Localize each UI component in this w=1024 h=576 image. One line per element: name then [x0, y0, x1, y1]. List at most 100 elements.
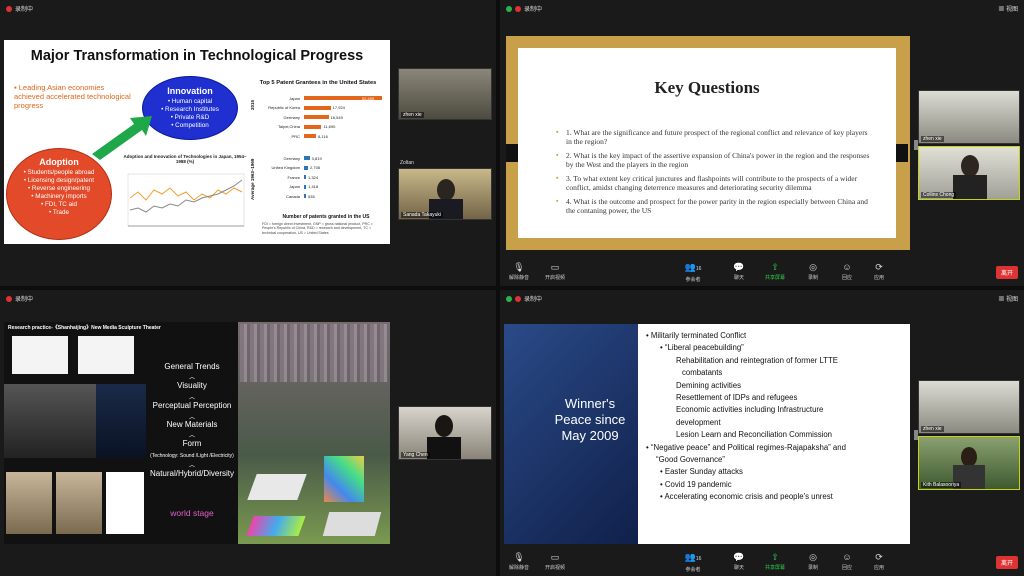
mic-muted-icon: 🎙 — [513, 552, 525, 562]
footnote: FDI = foreign direct investment, GNP = g… — [262, 222, 373, 235]
apps-button[interactable]: ⟳ 应用 — [862, 262, 896, 281]
patent-chart: 2015 Average 1963–1969 Japan 52,409 Republ… — [250, 92, 388, 214]
share-screen-icon: ⇧ — [771, 262, 779, 272]
participant-video[interactable]: Sanada Takayuki — [398, 168, 492, 220]
bar-category-label: France — [287, 174, 300, 180]
start-video-button[interactable]: ▭ 开启视频 — [538, 552, 572, 571]
innovation-item: • Competition — [171, 122, 209, 129]
bar-category-label: PRC — [291, 133, 300, 139]
bar-value-label: 535 — [308, 193, 315, 199]
bullet-line: combatants — [682, 368, 723, 378]
bar — [304, 175, 306, 179]
bullet-line: Lesion Learn and Reconciliation Commissi… — [676, 430, 833, 440]
start-video-button[interactable]: ▭ 开启视频 — [538, 262, 572, 281]
participant-video[interactable]: Yang Chen — [398, 406, 492, 460]
bar-category-label: Germany — [283, 155, 300, 161]
bar — [304, 115, 329, 119]
adoption-title: Adoption — [39, 157, 79, 167]
participants-button[interactable]: 👥16 参会者 — [676, 262, 710, 283]
innovation-bubble: Innovation • Human capital • Research In… — [142, 76, 238, 140]
bar-value-label: 1,324 — [308, 174, 319, 180]
participant-video[interactable]: zhen xie — [918, 90, 1020, 144]
innovation-item: • Human capital — [167, 98, 213, 105]
bullet-line: Resettlement of IDPs and refugees — [676, 393, 798, 403]
top-bar: 录制中 ▦ 视图 — [500, 0, 1024, 16]
bar — [304, 184, 307, 189]
adoption-item: • Trade — [48, 209, 70, 216]
bullet-line: • “Liberal peacebuilding” — [660, 343, 744, 353]
participant-video[interactable]: Kith Balasooriya — [918, 436, 1020, 490]
leave-button[interactable]: 离开 — [995, 556, 1018, 569]
participant-video[interactable]: Collins Chong — [918, 146, 1020, 200]
apps-button[interactable]: ⟳ 应用 — [862, 552, 896, 571]
slide-frame: Key Questions 1. What are the significan… — [506, 48, 908, 238]
trend-subtext: (Technology: Sound /Light /Electricity) — [150, 453, 234, 459]
chat-icon: 💬 — [733, 262, 745, 272]
stage-image — [324, 456, 364, 502]
participants-button[interactable]: 👥16 参会者 — [676, 552, 710, 573]
unmute-button[interactable]: 🎙 解除静音 — [502, 262, 536, 281]
participant-label: Zoltan — [400, 160, 414, 166]
unmute-button[interactable]: 🎙 解除静音 — [502, 552, 536, 571]
question-item: 2. What is the key impact of the asserti… — [556, 151, 872, 169]
bullet-line: development — [676, 417, 721, 427]
person-body — [953, 175, 987, 199]
reactions-button[interactable]: ☺ 回应 — [830, 552, 864, 571]
grid-icon: ▦ — [998, 7, 1006, 13]
bar-value-label: 1,418 — [308, 184, 319, 190]
chat-icon: 💬 — [733, 552, 745, 562]
participant-video[interactable]: zhen xie — [918, 380, 1020, 434]
record-dot-icon — [6, 6, 12, 13]
top-bar: 录制中 — [0, 290, 496, 306]
trend-text: Perceptual Perception — [152, 401, 232, 410]
reactions-icon: ☺ — [842, 262, 852, 272]
adoption-item: • Reverse engineering — [27, 185, 91, 192]
leave-button[interactable]: 离开 — [995, 266, 1018, 279]
recording-indicator: 录制中 — [506, 4, 542, 13]
chevron-up-icon: ︿ — [188, 463, 195, 469]
innovation-item: • Private R&D — [170, 114, 210, 121]
participant-name: zhen xie — [921, 426, 944, 432]
patent-chart-footer: Number of patents granted in the US — [282, 214, 370, 220]
record-button[interactable]: ◎ 录制 — [796, 262, 830, 281]
slide-right-arrow — [896, 144, 908, 162]
chat-button[interactable]: 💬 聊天 — [722, 262, 756, 281]
top-bar: 录制中 — [0, 0, 496, 16]
bar-category-label: Germany — [283, 114, 300, 120]
adoption-item: • Students/people abroad — [23, 169, 95, 176]
participant-name: Sanada Takayuki — [401, 212, 443, 218]
view-button[interactable]: ▦ 视图 — [998, 4, 1018, 13]
share-screen-button[interactable]: ⇧ 共享屏幕 — [758, 552, 792, 571]
view-button[interactable]: ▦ 视图 — [998, 294, 1018, 303]
gallery-image — [4, 384, 96, 458]
trend-text: Form — [182, 439, 202, 448]
color-wheel-image — [106, 472, 144, 534]
mic-muted-icon: 🎙 — [513, 262, 525, 272]
bar — [304, 165, 309, 170]
trend-text: New Materials — [166, 420, 218, 429]
person-avatar — [961, 155, 979, 177]
participant-video[interactable]: zhen xie — [398, 68, 492, 120]
reactions-button[interactable]: ☺ 回应 — [830, 262, 864, 281]
person-body — [427, 437, 461, 459]
sculpture-image — [78, 336, 134, 374]
record-button[interactable]: ◎ 录制 — [796, 552, 830, 571]
chat-button[interactable]: 💬 聊天 — [722, 552, 756, 571]
record-dot-icon — [515, 6, 521, 13]
patent-chart-title: Top 5 Patent Grantees in the United Stat… — [259, 80, 377, 86]
grid-icon: ▦ — [998, 297, 1006, 303]
record-icon: ◎ — [809, 552, 817, 562]
participant-name: Yang Chen — [401, 452, 430, 458]
small-chart-title: Adoption and Innovation of Technologies … — [123, 154, 247, 164]
chevron-up-icon: ︿ — [188, 395, 195, 401]
bar-category-label: Republic of Korea — [268, 105, 300, 110]
chevron-up-icon: ︿ — [188, 433, 195, 439]
shield-icon — [506, 6, 512, 13]
question-item: 1. What are the significance and future … — [556, 128, 872, 146]
bar — [304, 105, 331, 110]
bar-value-label: 16,549 — [330, 114, 343, 120]
room-image — [56, 472, 102, 534]
share-screen-button[interactable]: ⇧ 共享屏幕 — [758, 262, 792, 281]
chevron-up-icon: ︿ — [188, 375, 195, 381]
bullet-line: Demining activities — [676, 380, 741, 390]
